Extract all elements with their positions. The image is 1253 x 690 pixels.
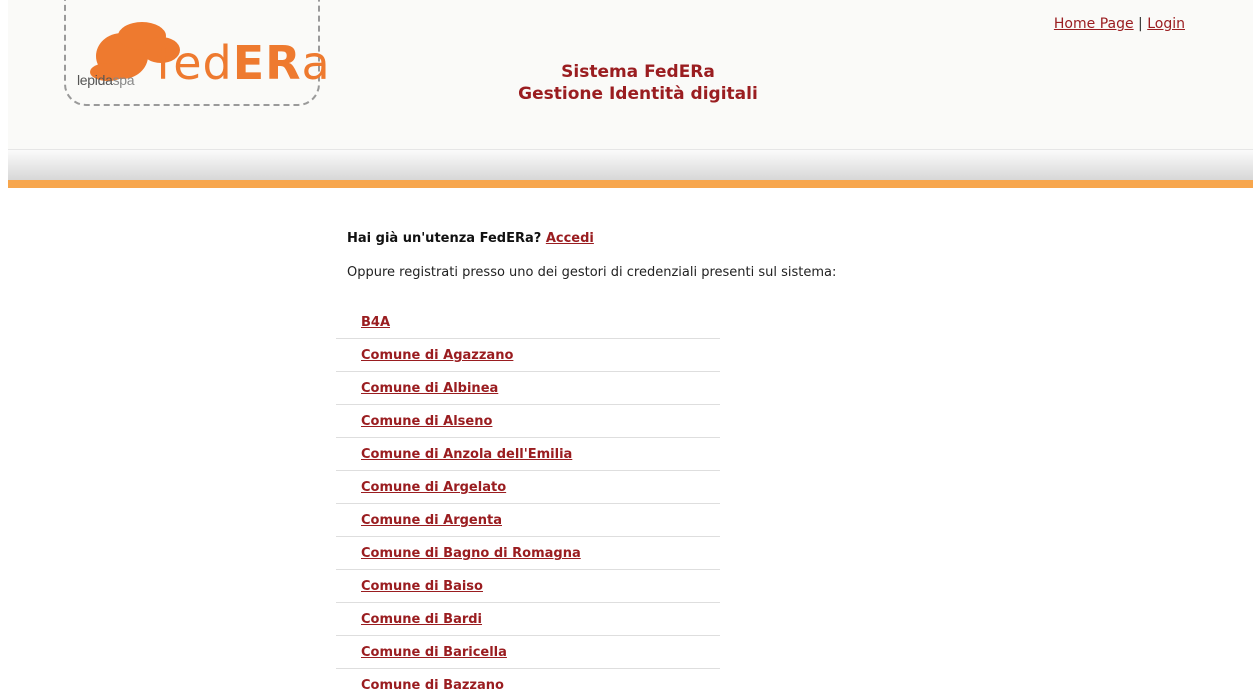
list-item: Comune di Anzola dell'Emilia — [336, 438, 720, 471]
identity-provider-list: B4A Comune di Agazzano Comune di Albinea… — [336, 306, 720, 690]
logo-lepidaspa-text: lepidaspa — [77, 72, 135, 88]
provider-link-b4a[interactable]: B4A — [336, 306, 390, 331]
gray-navigation-band — [8, 149, 1253, 181]
logo-fed-text: fed — [156, 36, 233, 90]
logo-a-text: a — [301, 36, 331, 90]
site-title: Sistema FedERa Gestione Identità digital… — [478, 61, 798, 105]
provider-link-albinea[interactable]: Comune di Albinea — [336, 372, 498, 397]
list-item: Comune di Baricella — [336, 636, 720, 669]
provider-link-argenta[interactable]: Comune di Argenta — [336, 504, 502, 529]
list-item: Comune di Bagno di Romagna — [336, 537, 720, 570]
logo-federa-text: fedERa — [156, 40, 331, 86]
orange-divider-bar — [8, 180, 1253, 188]
list-item: Comune di Agazzano — [336, 339, 720, 372]
list-item: Comune di Albinea — [336, 372, 720, 405]
provider-link-bazzano[interactable]: Comune di Bazzano — [336, 669, 504, 690]
site-title-line2: Gestione Identità digitali — [518, 84, 758, 104]
login-link[interactable]: Login — [1147, 16, 1185, 32]
provider-link-argelato[interactable]: Comune di Argelato — [336, 471, 506, 496]
top-links: Home Page | Login — [1054, 16, 1185, 32]
list-item: Comune di Argelato — [336, 471, 720, 504]
top-links-separator: | — [1138, 16, 1143, 32]
accedi-link[interactable]: Accedi — [546, 231, 594, 246]
header: lepidaspa fedERa Sistema FedERa Gestione… — [8, 0, 1253, 150]
list-item: Comune di Argenta — [336, 504, 720, 537]
list-item: Comune di Baiso — [336, 570, 720, 603]
provider-link-agazzano[interactable]: Comune di Agazzano — [336, 339, 513, 364]
home-page-link[interactable]: Home Page — [1054, 16, 1134, 32]
existing-account-text: Hai già un'utenza FedERa? — [347, 231, 542, 246]
list-item: Comune di Alseno — [336, 405, 720, 438]
logo-lepida-text: lepida — [77, 72, 113, 88]
provider-link-baiso[interactable]: Comune di Baiso — [336, 570, 483, 595]
provider-link-bardi[interactable]: Comune di Bardi — [336, 603, 482, 628]
logo-spa-text: spa — [112, 72, 135, 88]
list-item: B4A — [336, 306, 720, 339]
list-item: Comune di Bardi — [336, 603, 720, 636]
provider-link-alseno[interactable]: Comune di Alseno — [336, 405, 492, 430]
provider-link-anzola[interactable]: Comune di Anzola dell'Emilia — [336, 438, 572, 463]
lepida-federa-logo[interactable]: lepidaspa fedERa — [64, 0, 330, 110]
existing-account-prompt: Hai già un'utenza FedERa? Accedi — [347, 230, 836, 248]
register-instruction: Oppure registrati presso uno dei gestori… — [347, 265, 837, 280]
list-item: Comune di Bazzano — [336, 669, 720, 690]
provider-link-baricella[interactable]: Comune di Baricella — [336, 636, 507, 661]
logo-er-text: ER — [232, 36, 302, 90]
site-title-line1: Sistema FedERa — [561, 62, 715, 82]
page: lepidaspa fedERa Sistema FedERa Gestione… — [0, 0, 1253, 690]
main-content: Hai già un'utenza FedERa? Accedi Oppure … — [336, 230, 837, 690]
provider-link-bagno-di-romagna[interactable]: Comune di Bagno di Romagna — [336, 537, 581, 562]
